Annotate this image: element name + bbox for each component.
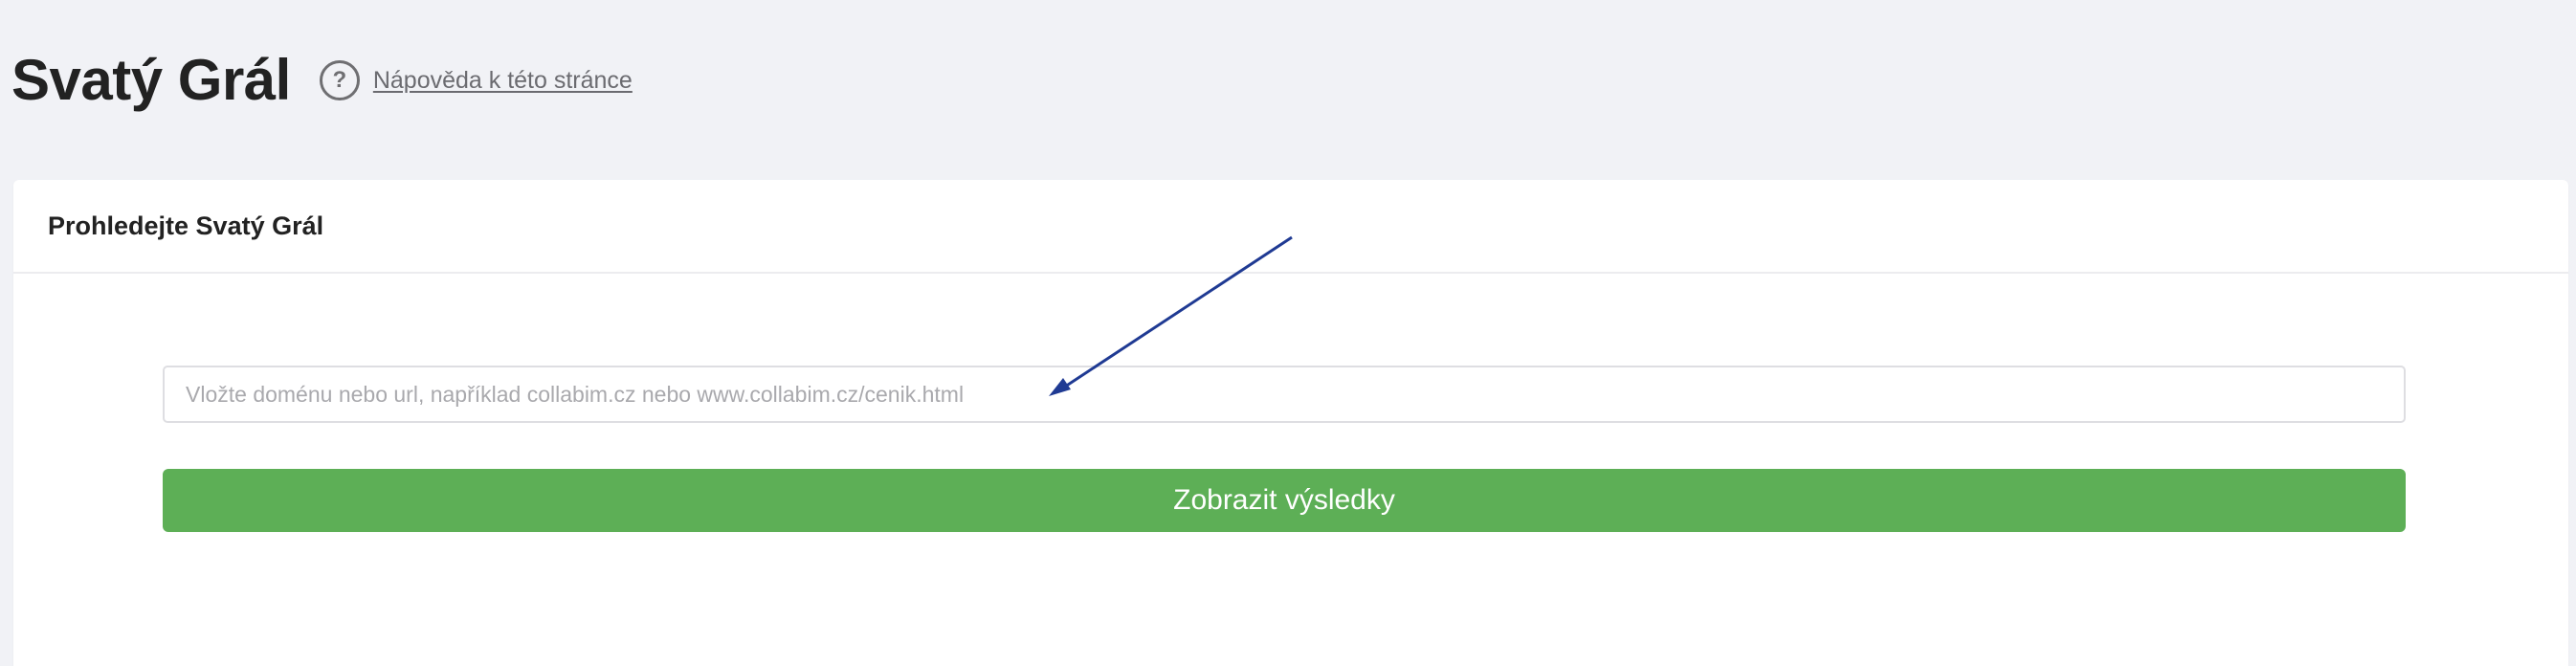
page-title: Svatý Grál (11, 48, 291, 112)
help-question-icon[interactable]: ? (319, 60, 360, 100)
domain-search-input[interactable] (163, 366, 2406, 423)
card-header: Prohledejte Svatý Grál (13, 180, 2568, 274)
show-results-button[interactable]: Zobrazit výsledky (163, 469, 2406, 532)
search-card: Prohledejte Svatý Grál Zobrazit výsledky (13, 180, 2568, 666)
page-header: Svatý Grál ? Nápověda k této stránce (11, 42, 633, 119)
help-link[interactable]: Nápověda k této stránce (373, 67, 633, 95)
page: Svatý Grál ? Nápověda k této stránce Pro… (0, 0, 2576, 666)
card-title: Prohledejte Svatý Grál (48, 211, 324, 240)
